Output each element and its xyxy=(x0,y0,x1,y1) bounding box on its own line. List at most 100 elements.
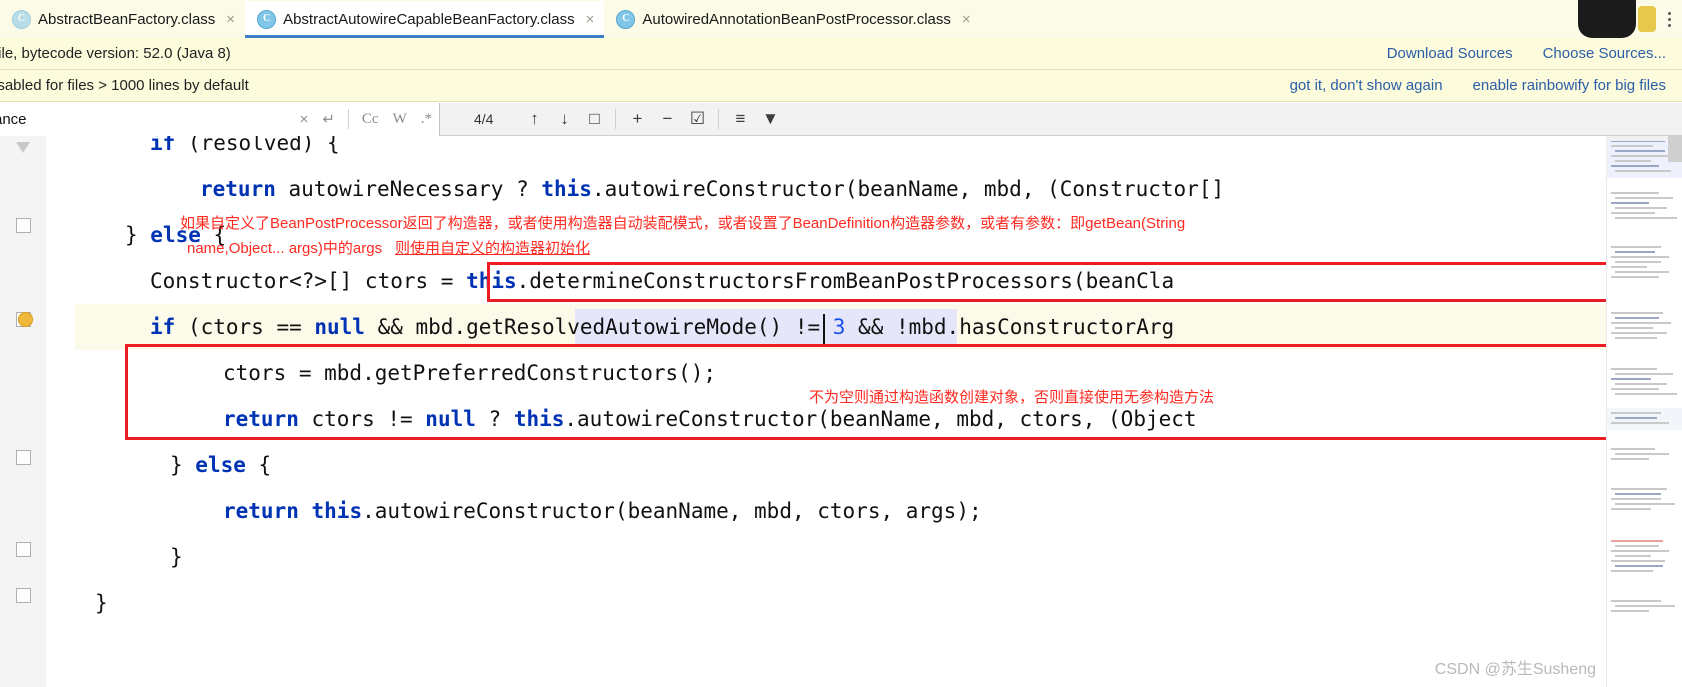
minimap-line xyxy=(1611,202,1649,204)
minimap-line xyxy=(1611,155,1671,157)
minimap-line xyxy=(1615,503,1675,505)
code-fold-marker-icon[interactable] xyxy=(16,218,31,233)
minimap-line xyxy=(1611,312,1663,314)
filter-icon[interactable]: ▼ xyxy=(755,104,785,134)
minimap-line xyxy=(1611,570,1653,572)
notification-bar-bytecode: file, bytecode version: 52.0 (Java 8) Do… xyxy=(0,38,1682,70)
tab-label: AbstractBeanFactory.class xyxy=(38,11,216,28)
minimap-line xyxy=(1611,422,1669,424)
minimap-line xyxy=(1611,368,1657,370)
open-in-find-window-icon[interactable]: □ xyxy=(579,104,609,134)
regex-toggle[interactable]: .* xyxy=(414,111,439,128)
editor-tab-abstractbeanfactory[interactable]: C AbstractBeanFactory.class × xyxy=(0,1,246,38)
code-fold-marker-icon[interactable] xyxy=(16,450,31,465)
notification-message: isabled for files > 1000 lines by defaul… xyxy=(0,77,249,94)
minimap-line xyxy=(1611,560,1665,562)
editor-fold-strip xyxy=(46,136,75,687)
filter-lines-icon[interactable]: ≡ xyxy=(725,104,755,134)
code-line: if (resolved) { xyxy=(150,136,340,155)
code-line: } else { xyxy=(170,453,272,477)
minimap-line xyxy=(1611,600,1661,602)
java-class-icon: C xyxy=(616,10,636,29)
notification-message: file, bytecode version: 52.0 (Java 8) xyxy=(0,45,231,62)
code-line: } xyxy=(170,545,183,569)
search-input[interactable]: ance xyxy=(0,111,293,128)
minimap-line xyxy=(1615,207,1667,209)
warning-indicator-icon[interactable] xyxy=(1638,6,1656,32)
close-icon[interactable]: × xyxy=(226,12,235,27)
intention-bulb-icon[interactable] xyxy=(18,312,33,327)
code-fold-marker-icon[interactable] xyxy=(16,542,31,557)
minimap-line xyxy=(1615,417,1657,419)
minimap-line xyxy=(1615,453,1669,455)
minimap-line xyxy=(1615,493,1661,495)
remove-occurrence-icon[interactable]: − xyxy=(652,104,682,134)
annotation-text-3: 则使用自定义的构造器初始化 xyxy=(395,240,591,257)
close-icon[interactable]: × xyxy=(586,12,595,27)
minimap-line xyxy=(1611,192,1659,194)
clear-search-icon[interactable]: × xyxy=(293,111,316,128)
code-line: return this.autowireConstructor(beanName… xyxy=(223,499,982,523)
choose-sources-link[interactable]: Choose Sources... xyxy=(1543,45,1666,62)
tab-label: AbstractAutowireCapableBeanFactory.class xyxy=(283,11,575,28)
divider xyxy=(347,109,349,129)
minimap-line xyxy=(1611,266,1647,268)
match-count-label: 4/4 xyxy=(474,111,494,127)
minimap-line xyxy=(1615,150,1665,152)
minimap-line xyxy=(1615,337,1657,339)
editor-tab-abstractautowirecapablebeanfactory[interactable]: C AbstractAutowireCapableBeanFactory.cla… xyxy=(245,1,605,38)
more-options-icon[interactable] xyxy=(1656,0,1682,38)
minimap-line xyxy=(1615,383,1667,385)
minimap-line xyxy=(1611,412,1661,414)
annotation-text-4: 不为空则通过构造函数创建对象，否则直接使用无参构造方法 xyxy=(809,389,1215,406)
ide-window: C AbstractBeanFactory.class × C Abstract… xyxy=(0,0,1682,687)
whole-words-toggle[interactable]: W xyxy=(386,111,414,128)
match-case-toggle[interactable]: Cc xyxy=(355,111,386,128)
watermark-label: CSDN @苏生Susheng xyxy=(1434,661,1596,678)
search-input-wrapper[interactable]: ance × ↵ Cc W .* xyxy=(0,102,440,136)
tab-label: AutowiredAnnotationBeanPostProcessor.cla… xyxy=(642,11,951,28)
minimap-line xyxy=(1615,197,1673,199)
add-occurrence-icon[interactable]: + xyxy=(622,104,652,134)
download-sources-link[interactable]: Download Sources xyxy=(1387,45,1513,62)
find-next-icon[interactable]: ↓ xyxy=(549,104,579,134)
close-icon[interactable]: × xyxy=(962,12,971,27)
minimap-line xyxy=(1611,508,1651,510)
notification-actions: got it, don't show again enable rainbowi… xyxy=(1290,77,1682,94)
notification-bar-rainbowify: isabled for files > 1000 lines by defaul… xyxy=(0,70,1682,102)
minimap-line xyxy=(1615,170,1671,172)
select-all-occurrences-icon[interactable]: ☑ xyxy=(682,104,712,134)
code-fold-marker-icon[interactable] xyxy=(16,588,31,603)
divider xyxy=(615,109,617,129)
minimap-line xyxy=(1615,605,1675,607)
minimap-line xyxy=(1611,246,1661,248)
minimap-line xyxy=(1611,498,1661,500)
notification-actions: Download Sources Choose Sources... xyxy=(1387,45,1682,62)
editor-minimap[interactable] xyxy=(1606,136,1682,687)
overflow-dark-button[interactable] xyxy=(1578,0,1636,38)
vertical-scrollbar-thumb[interactable] xyxy=(1668,136,1682,162)
find-previous-icon[interactable]: ↑ xyxy=(519,104,549,134)
java-class-icon: C xyxy=(257,10,277,29)
annotation-box-determine-constructors xyxy=(487,262,1612,302)
minimap-line xyxy=(1611,448,1655,450)
enable-rainbowify-link[interactable]: enable rainbowify for big files xyxy=(1473,77,1666,94)
minimap-line xyxy=(1615,160,1651,162)
search-history-icon[interactable]: ↵ xyxy=(315,110,342,128)
minimap-line xyxy=(1611,145,1653,147)
divider xyxy=(718,109,720,129)
code-editor[interactable]: if (resolved) { return autowireNecessary… xyxy=(0,136,1682,687)
minimap-line xyxy=(1611,332,1667,334)
annotation-text-1: 如果自定义了BeanPostProcessor返回了构造器，或者使用构造器自动装… xyxy=(180,215,1186,232)
minimap-line xyxy=(1611,276,1659,278)
minimap-line xyxy=(1615,327,1653,329)
code-fold-marker-icon[interactable] xyxy=(16,142,30,153)
minimap-line xyxy=(1611,212,1655,214)
minimap-line xyxy=(1611,378,1651,380)
minimap-line xyxy=(1615,261,1661,263)
find-toolbar: ance × ↵ Cc W .* 4/4 ↑ ↓ □ + − ☑ ≡ ▼ xyxy=(0,102,1682,136)
editor-tab-autowiredannotationbeanpostprocessor[interactable]: C AutowiredAnnotationBeanPostProcessor.c… xyxy=(604,1,981,38)
minimap-line xyxy=(1611,256,1669,258)
minimap-line xyxy=(1615,545,1659,547)
got-it-link[interactable]: got it, don't show again xyxy=(1290,77,1443,94)
